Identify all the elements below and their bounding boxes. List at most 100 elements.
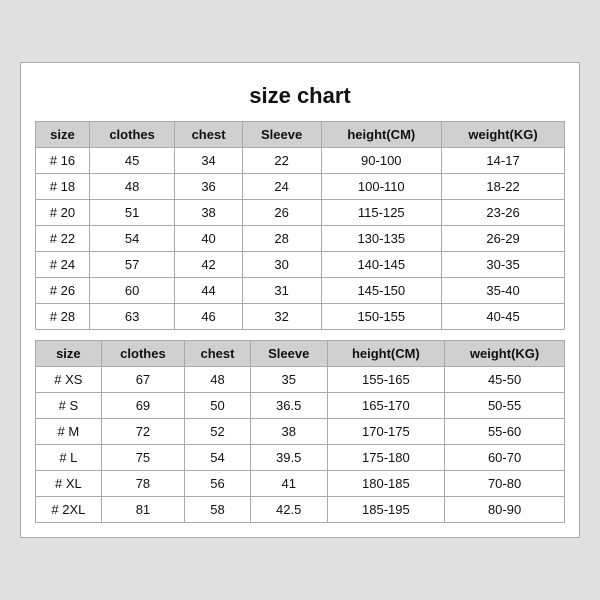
table1-header-row: sizeclotheschestSleeveheight(CM)weight(K… [36, 122, 565, 148]
table-cell: 130-135 [321, 226, 442, 252]
table2-header-cell: size [36, 341, 102, 367]
table2-header-cell: chest [185, 341, 251, 367]
table-cell: 70-80 [445, 471, 565, 497]
table-cell: 90-100 [321, 148, 442, 174]
table1-header-cell: Sleeve [242, 122, 321, 148]
table-cell: 28 [242, 226, 321, 252]
table2-header-cell: height(CM) [327, 341, 445, 367]
table-cell: 50-55 [445, 393, 565, 419]
table-cell: 51 [89, 200, 175, 226]
table2-header-cell: Sleeve [250, 341, 327, 367]
table1-header-cell: height(CM) [321, 122, 442, 148]
table-cell: 75 [101, 445, 184, 471]
table-cell: # 2XL [36, 497, 102, 523]
table-cell: 35 [250, 367, 327, 393]
table-cell: 48 [89, 174, 175, 200]
table-cell: 54 [185, 445, 251, 471]
table-cell: 26 [242, 200, 321, 226]
table-row: # 2XL815842.5185-19580-90 [36, 497, 565, 523]
table-cell: 40 [175, 226, 242, 252]
table-row: # XS674835155-16545-50 [36, 367, 565, 393]
table-cell: 80-90 [445, 497, 565, 523]
table-cell: 165-170 [327, 393, 445, 419]
table-cell: 31 [242, 278, 321, 304]
table-cell: 60-70 [445, 445, 565, 471]
table-cell: 45 [89, 148, 175, 174]
table1-body: # 1645342290-10014-17# 18483624100-11018… [36, 148, 565, 330]
table-cell: 30 [242, 252, 321, 278]
table-row: # 20513826115-12523-26 [36, 200, 565, 226]
table-cell: # S [36, 393, 102, 419]
table-cell: # M [36, 419, 102, 445]
table-cell: 23-26 [442, 200, 565, 226]
table-cell: # 26 [36, 278, 90, 304]
table-cell: 150-155 [321, 304, 442, 330]
table-cell: 180-185 [327, 471, 445, 497]
size-table-1: sizeclotheschestSleeveheight(CM)weight(K… [35, 121, 565, 330]
table-cell: # 22 [36, 226, 90, 252]
table-cell: 67 [101, 367, 184, 393]
table2-header-row: sizeclotheschestSleeveheight(CM)weight(K… [36, 341, 565, 367]
table-cell: 42.5 [250, 497, 327, 523]
table-cell: 36 [175, 174, 242, 200]
table-cell: 42 [175, 252, 242, 278]
chart-title: size chart [35, 73, 565, 121]
table-cell: # 16 [36, 148, 90, 174]
table-cell: 30-35 [442, 252, 565, 278]
table-cell: 24 [242, 174, 321, 200]
table-cell: 63 [89, 304, 175, 330]
table-cell: 57 [89, 252, 175, 278]
table-row: # XL785641180-18570-80 [36, 471, 565, 497]
table-cell: 41 [250, 471, 327, 497]
table-cell: 69 [101, 393, 184, 419]
table1-header-cell: weight(KG) [442, 122, 565, 148]
table-cell: 56 [185, 471, 251, 497]
size-chart-card: size chart sizeclotheschestSleeveheight(… [20, 62, 580, 538]
table-cell: 55-60 [445, 419, 565, 445]
table-cell: 72 [101, 419, 184, 445]
table-cell: 145-150 [321, 278, 442, 304]
table-row: # 24574230140-14530-35 [36, 252, 565, 278]
table-cell: 54 [89, 226, 175, 252]
table-cell: 46 [175, 304, 242, 330]
table-cell: 18-22 [442, 174, 565, 200]
table-cell: 170-175 [327, 419, 445, 445]
table-cell: 14-17 [442, 148, 565, 174]
table-cell: 22 [242, 148, 321, 174]
table1-header-cell: size [36, 122, 90, 148]
table-cell: 39.5 [250, 445, 327, 471]
table-cell: # 28 [36, 304, 90, 330]
table2-body: # XS674835155-16545-50# S695036.5165-170… [36, 367, 565, 523]
table1-header-cell: clothes [89, 122, 175, 148]
size-table-2: sizeclotheschestSleeveheight(CM)weight(K… [35, 340, 565, 523]
table-cell: 81 [101, 497, 184, 523]
table-cell: 58 [185, 497, 251, 523]
table-row: # M725238170-17555-60 [36, 419, 565, 445]
table1-header-cell: chest [175, 122, 242, 148]
table-cell: # XS [36, 367, 102, 393]
table-row: # 18483624100-11018-22 [36, 174, 565, 200]
table-cell: 34 [175, 148, 242, 174]
table-row: # 26604431145-15035-40 [36, 278, 565, 304]
table-cell: 32 [242, 304, 321, 330]
table-cell: 50 [185, 393, 251, 419]
table-cell: # 20 [36, 200, 90, 226]
table-cell: 175-180 [327, 445, 445, 471]
table-row: # 22544028130-13526-29 [36, 226, 565, 252]
table-row: # L755439.5175-18060-70 [36, 445, 565, 471]
table-cell: 38 [250, 419, 327, 445]
table-cell: 26-29 [442, 226, 565, 252]
table-row: # 28634632150-15540-45 [36, 304, 565, 330]
table-cell: 78 [101, 471, 184, 497]
table-cell: 155-165 [327, 367, 445, 393]
table-cell: 100-110 [321, 174, 442, 200]
table-cell: 35-40 [442, 278, 565, 304]
table-cell: 40-45 [442, 304, 565, 330]
table-cell: # XL [36, 471, 102, 497]
table-row: # S695036.5165-17050-55 [36, 393, 565, 419]
table-cell: # L [36, 445, 102, 471]
table2-header-cell: clothes [101, 341, 184, 367]
table-cell: 36.5 [250, 393, 327, 419]
table-cell: # 18 [36, 174, 90, 200]
table-cell: 185-195 [327, 497, 445, 523]
